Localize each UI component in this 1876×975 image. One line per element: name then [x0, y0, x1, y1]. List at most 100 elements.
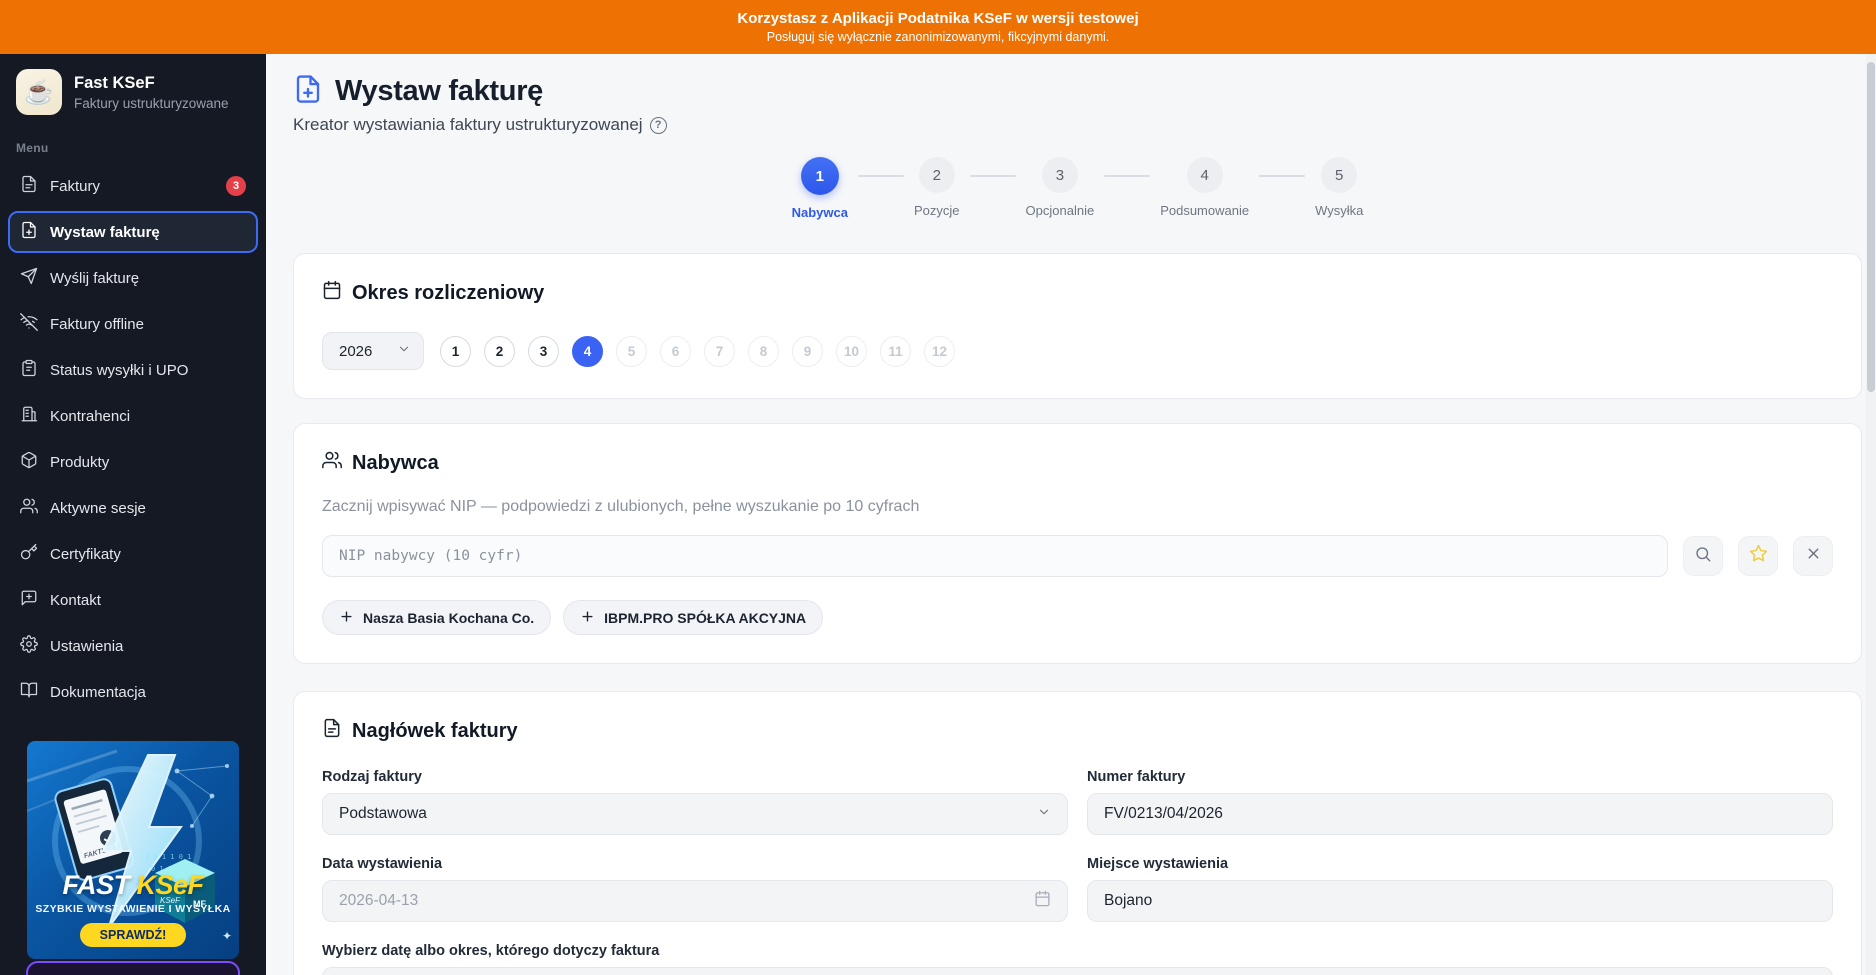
sidebar-item-label: Wyślij fakturę	[50, 270, 139, 287]
okres-label: Wybierz datę albo okres, którego dotyczy…	[322, 943, 1833, 959]
promo-cta-button[interactable]: SPRAWDŹ!	[80, 923, 187, 947]
package-icon	[20, 451, 38, 473]
month-button-9: 9	[792, 336, 823, 367]
okres-select[interactable]: Data wystawienia = data wykonania czynno…	[322, 967, 1833, 975]
numer-faktury-input[interactable]	[1087, 793, 1833, 835]
miejsce-wystawienia-input[interactable]	[1087, 880, 1833, 922]
page-title: Wystaw fakturę	[335, 75, 543, 108]
step-wysylka[interactable]: 5 Wysyłka	[1315, 157, 1363, 218]
app-logo[interactable]: ☕ Fast KSeF Faktury ustrukturyzowane	[0, 54, 266, 127]
calendar-icon[interactable]	[1034, 890, 1051, 912]
sidebar-item-produkty[interactable]: Produkty	[8, 441, 258, 483]
file-plus-icon	[20, 221, 38, 243]
sidebar-item-label: Certyfikaty	[50, 546, 121, 563]
sidebar-item-label: Kontrahenci	[50, 408, 130, 425]
banner-subtitle: Posługuj się wyłącznie zanonimizowanymi,…	[767, 30, 1110, 44]
sidebar-item-kontrahenci[interactable]: Kontrahenci	[8, 395, 258, 437]
sidebar-item-label: Dokumentacja	[50, 684, 146, 701]
file-text-icon	[322, 718, 342, 744]
sidebar-item-faktury-offline[interactable]: Faktury offline	[8, 303, 258, 345]
clear-button[interactable]	[1793, 536, 1833, 576]
month-button-10: 10	[836, 336, 867, 367]
rodzaj-faktury-select[interactable]: Podstawowa	[322, 793, 1068, 835]
month-button-1[interactable]: 1	[440, 336, 471, 367]
users-icon	[322, 450, 342, 476]
month-button-12: 12	[924, 336, 955, 367]
sidebar-item-ustawienia[interactable]: Ustawienia	[8, 625, 258, 667]
promo-banner[interactable]: FAKTURA PDF 1 0 1 1 0 1 0 1 0 0 1 1 1 0 …	[27, 741, 239, 959]
sidebar-item-aktywne-sesje[interactable]: Aktywne sesje	[8, 487, 258, 529]
sparkle-icon: ✦	[222, 929, 232, 943]
period-card: Okres rozliczeniowy 2026 1 2 3 4 5 6 7 8…	[293, 253, 1862, 399]
nip-input[interactable]	[322, 535, 1668, 577]
promo-title: FAST KSeF	[27, 870, 239, 901]
month-button-2[interactable]: 2	[484, 336, 515, 367]
sidebar-item-label: Faktury	[50, 178, 100, 195]
month-button-8: 8	[748, 336, 779, 367]
help-icon[interactable]: ?	[650, 117, 667, 134]
sidebar-item-label: Kontakt	[50, 592, 101, 609]
month-button-4-selected[interactable]: 4	[572, 336, 603, 367]
step-opcjonalnie[interactable]: 3 Opcjonalnie	[1026, 157, 1095, 218]
sidebar-bottom-button[interactable]	[26, 961, 240, 975]
banner-title: Korzystasz z Aplikacji Podatnika KSeF w …	[737, 10, 1138, 27]
test-mode-banner: Korzystasz z Aplikacji Podatnika KSeF w …	[0, 0, 1876, 54]
month-button-6: 6	[660, 336, 691, 367]
invoice-header-card-title: Nagłówek faktury	[322, 718, 1833, 744]
app-name: Fast KSeF	[74, 74, 229, 93]
favorite-buyers: Nasza Basia Kochana Co. IBPM.PRO SPÓŁKA …	[322, 600, 1833, 635]
close-icon	[1805, 545, 1822, 567]
users-icon	[20, 497, 38, 519]
search-button[interactable]	[1683, 536, 1723, 576]
book-icon	[20, 681, 38, 703]
sidebar-item-label: Aktywne sesje	[50, 500, 146, 517]
sidebar-item-label: Status wysyłki i UPO	[50, 362, 188, 379]
buyer-card-title: Nabywca	[322, 450, 1833, 476]
step-podsumowanie[interactable]: 4 Podsumowanie	[1160, 157, 1249, 218]
sidebar-item-kontakt[interactable]: Kontakt	[8, 579, 258, 621]
miejsce-wystawienia-label: Miejsce wystawienia	[1087, 856, 1833, 872]
vertical-scrollbar[interactable]	[1866, 54, 1876, 975]
step-nabywca[interactable]: 1 Nabywca	[792, 157, 848, 220]
sidebar-item-certyfikaty[interactable]: Certyfikaty	[8, 533, 258, 575]
page-subtitle: Kreator wystawiania faktury ustrukturyzo…	[293, 115, 1862, 135]
sidebar-item-label: Produkty	[50, 454, 109, 471]
chevron-down-icon	[1037, 805, 1051, 824]
step-connector	[1259, 175, 1305, 177]
period-card-title: Okres rozliczeniowy	[322, 280, 1833, 306]
data-wystawienia-label: Data wystawienia	[322, 856, 1068, 872]
faktury-count-badge: 3	[226, 176, 246, 196]
sidebar-item-faktury[interactable]: Faktury 3	[8, 165, 258, 207]
plus-icon	[339, 609, 354, 627]
step-pozycje[interactable]: 2 Pozycje	[914, 157, 960, 218]
favorite-buyer-chip[interactable]: Nasza Basia Kochana Co.	[322, 600, 551, 635]
scrollbar-thumb[interactable]	[1867, 62, 1875, 392]
month-button-11: 11	[880, 336, 911, 367]
favorite-buyer-chip[interactable]: IBPM.PRO SPÓŁKA AKCYJNA	[563, 600, 823, 635]
sidebar-item-wyslij-fakture[interactable]: Wyślij fakturę	[8, 257, 258, 299]
step-connector	[858, 175, 904, 177]
sidebar-item-label: Wystaw fakturę	[50, 224, 160, 241]
nip-hint: Zacznij wpisywać NIP — podpowiedzi z ulu…	[322, 498, 1833, 516]
numer-faktury-label: Numer faktury	[1087, 769, 1833, 785]
file-plus-icon	[293, 74, 323, 109]
building-icon	[20, 405, 38, 427]
favorite-button[interactable]	[1738, 536, 1778, 576]
promo-tagline: SZYBKIE WYSTAWIENIE I WYSYŁKA	[27, 903, 239, 915]
sidebar-item-dokumentacja[interactable]: Dokumentacja	[8, 671, 258, 713]
sidebar-item-label: Faktury offline	[50, 316, 144, 333]
sidebar: ☕ Fast KSeF Faktury ustrukturyzowane Men…	[0, 54, 266, 975]
app-tagline: Faktury ustrukturyzowane	[74, 96, 229, 111]
key-icon	[20, 543, 38, 565]
plus-icon	[580, 609, 595, 627]
year-select[interactable]: 2026	[322, 332, 424, 370]
sidebar-item-status-upo[interactable]: Status wysyłki i UPO	[8, 349, 258, 391]
rodzaj-faktury-label: Rodzaj faktury	[322, 769, 1068, 785]
chevron-down-icon	[397, 342, 411, 360]
month-button-3[interactable]: 3	[528, 336, 559, 367]
sidebar-item-wystaw-fakture[interactable]: Wystaw fakturę	[8, 211, 258, 253]
main-content: Wystaw fakturę Kreator wystawiania faktu…	[266, 54, 1876, 975]
calendar-icon	[322, 280, 342, 306]
buyer-card: Nabywca Zacznij wpisywać NIP — podpowied…	[293, 423, 1862, 664]
data-wystawienia-field[interactable]: 2026-04-13	[322, 880, 1068, 922]
